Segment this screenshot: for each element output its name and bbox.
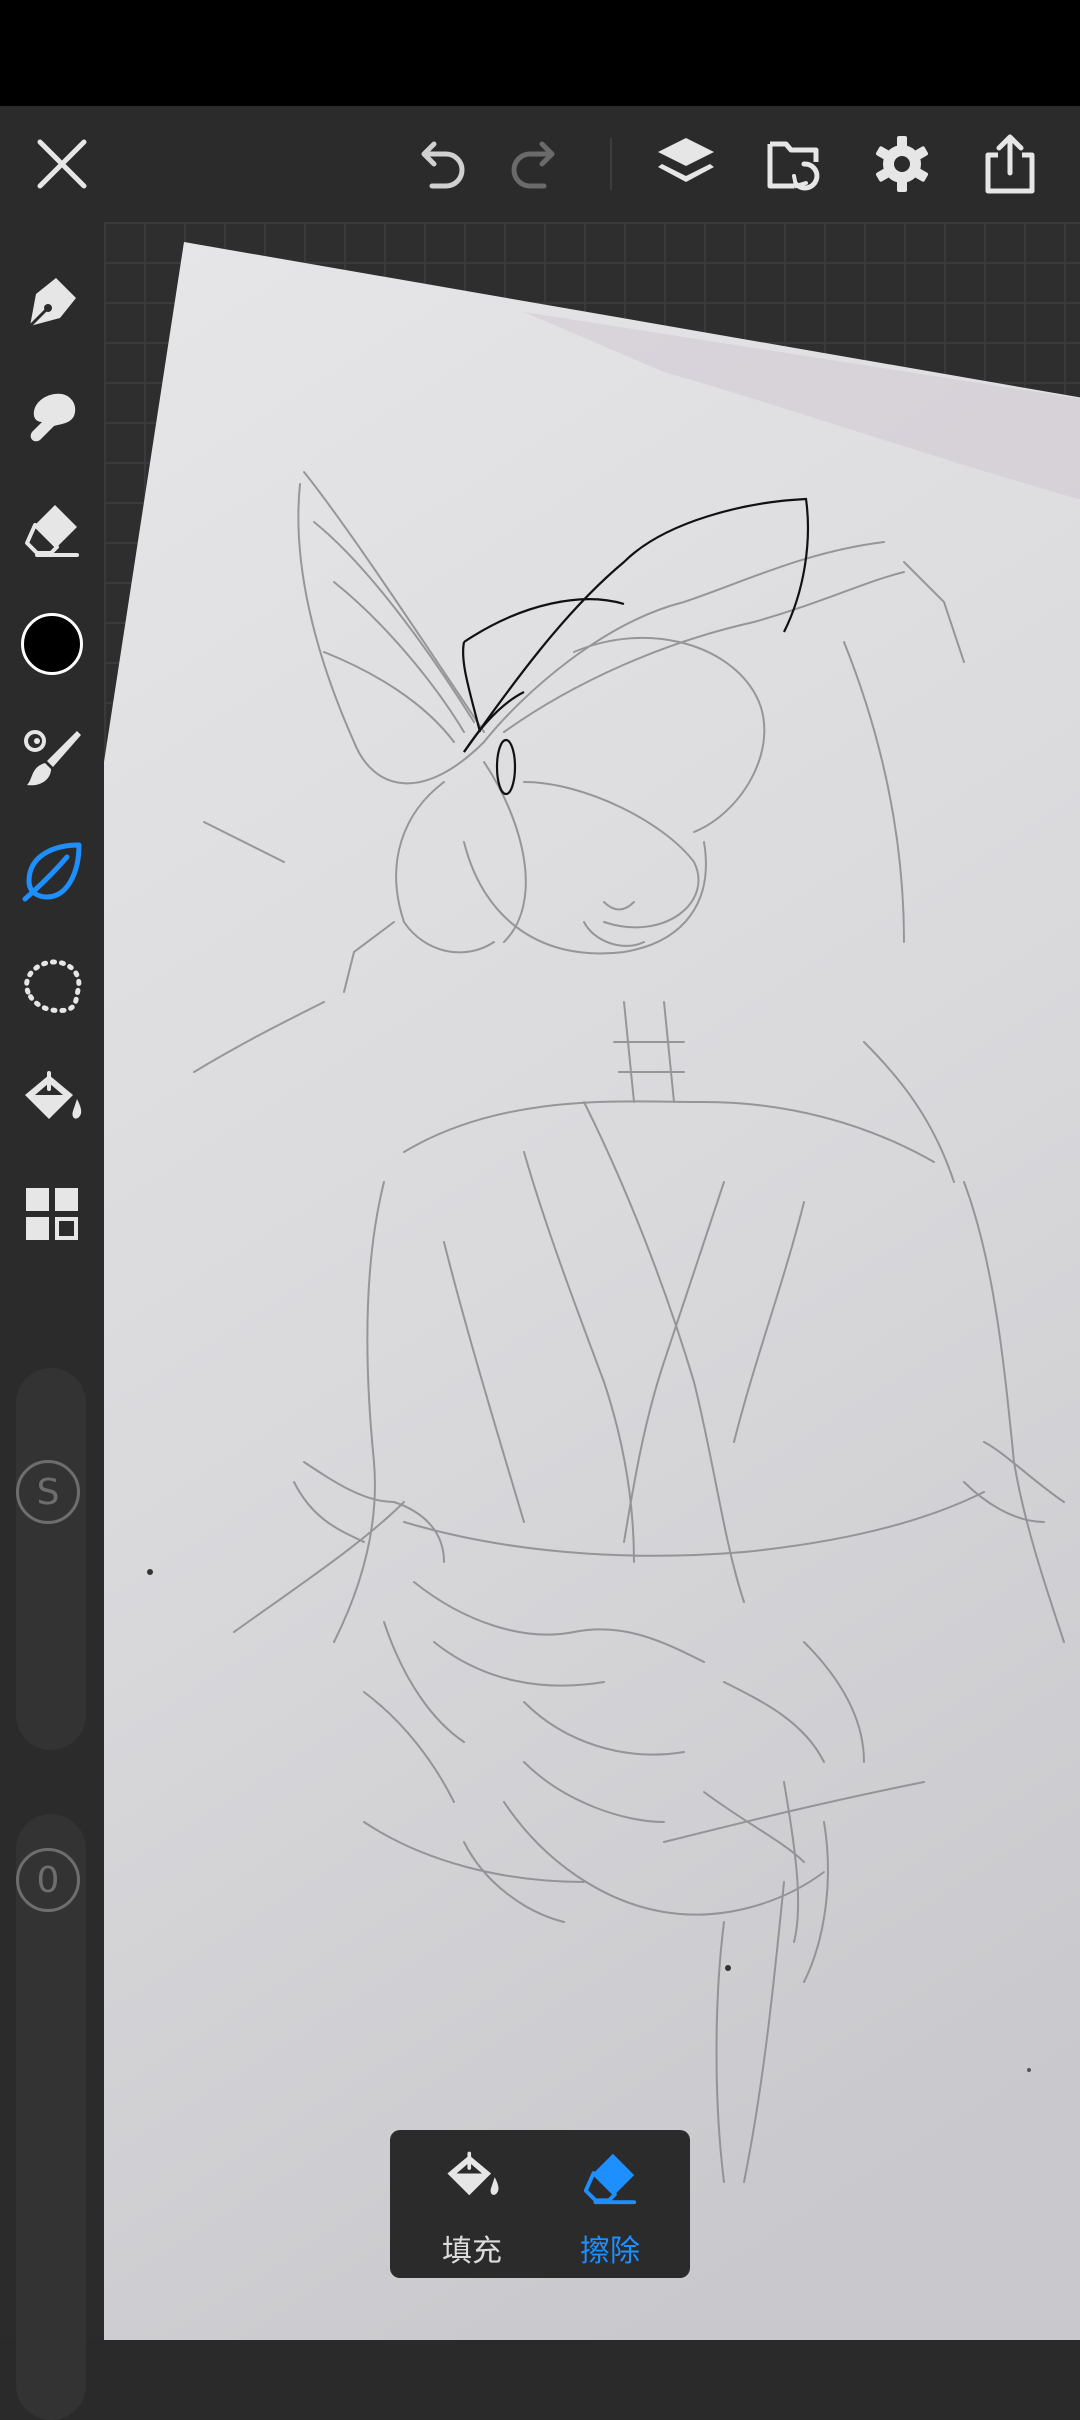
erase-mode-label: 擦除 (580, 2234, 640, 2269)
smudge-icon (30, 393, 76, 442)
more-tools-button[interactable] (12, 1174, 92, 1254)
brush-size-label: S (36, 1471, 60, 1513)
grid-icon (26, 1188, 78, 1240)
drawing-canvas[interactable] (104, 222, 1080, 2340)
tool-sidebar: S 0 (0, 222, 104, 2420)
redo-icon (511, 141, 555, 189)
eraser-tool[interactable] (12, 490, 92, 570)
smudge-tool[interactable] (12, 376, 92, 456)
fill-mode-label: 填充 (442, 2234, 502, 2269)
pen-tool[interactable] (12, 262, 92, 342)
eraser-icon (583, 2153, 637, 2205)
lasso-select-icon (24, 959, 82, 1014)
settings-button[interactable] (862, 106, 942, 222)
color-swatch[interactable] (12, 604, 92, 684)
layers-icon (658, 138, 714, 182)
fill-mode-button[interactable]: 填充 (402, 2130, 542, 2278)
lasso-mode-panel: 填充 擦除 (390, 2130, 690, 2278)
status-bar (0, 0, 1080, 106)
undo-icon (421, 141, 465, 189)
redo-button[interactable] (496, 106, 576, 222)
brush-size-knob[interactable]: S (16, 1460, 80, 1524)
gear-icon (875, 136, 929, 192)
close-button[interactable] (22, 106, 102, 222)
fill-bucket-tool[interactable] (12, 1060, 92, 1140)
paint-bucket-icon (25, 1071, 82, 1119)
pen-icon (28, 278, 76, 328)
brush-settings-tool[interactable] (12, 718, 92, 798)
share-button[interactable] (970, 106, 1050, 222)
brush-icon (24, 730, 81, 786)
close-icon (37, 139, 87, 189)
leaf-icon (22, 842, 82, 902)
share-icon (985, 134, 1035, 194)
toolbar-divider (610, 138, 612, 190)
import-image-icon (767, 141, 820, 191)
brush-size-slider[interactable]: S (16, 1368, 86, 1750)
lasso-fill-tool[interactable] (12, 832, 92, 912)
opacity-label: 0 (36, 1859, 60, 1901)
paint-bucket-icon (447, 2151, 499, 2196)
erase-mode-button[interactable]: 擦除 (540, 2130, 680, 2278)
eraser-icon (25, 505, 79, 557)
opacity-slider[interactable]: 0 (16, 1814, 86, 2420)
selection-tool[interactable] (12, 946, 92, 1026)
sketch-artwork (104, 242, 1080, 2340)
undo-button[interactable] (400, 106, 480, 222)
current-color-circle (21, 613, 83, 675)
layers-button[interactable] (646, 106, 726, 222)
top-toolbar (0, 106, 1080, 222)
import-image-button[interactable] (754, 106, 834, 222)
opacity-knob[interactable]: 0 (16, 1848, 80, 1912)
